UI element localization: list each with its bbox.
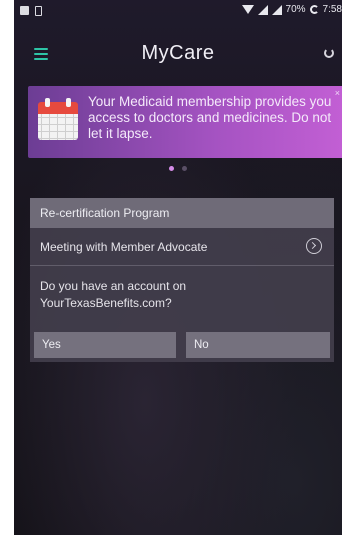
- card-title: Re-certification Program: [30, 198, 334, 228]
- system-icons: 70% 7:58: [241, 4, 342, 15]
- battery-text: 70%: [285, 4, 306, 15]
- app-header: MyCare: [14, 38, 342, 68]
- recertification-card: Re-certification Program Meeting with Me…: [30, 198, 334, 362]
- calendar-icon: [38, 98, 78, 140]
- wifi-icon: [241, 5, 254, 14]
- carousel-dot[interactable]: [182, 166, 187, 171]
- signal-icon: [257, 4, 268, 15]
- info-banner[interactable]: Your Medicaid membership provides you ac…: [28, 86, 342, 158]
- sync-icon: [309, 5, 319, 14]
- banner-message: Your Medicaid membership provides you ac…: [88, 94, 332, 141]
- image-notification-icon: [20, 6, 29, 15]
- chevron-right-icon: [306, 238, 322, 254]
- app-logo: MyCare: [141, 42, 215, 64]
- status-bar: 70% 7:58: [14, 0, 342, 22]
- meeting-with-advocate-row[interactable]: Meeting with Member Advocate: [30, 228, 334, 266]
- carousel-indicator: [14, 166, 342, 171]
- notification-icons: [20, 6, 42, 16]
- meeting-label: Meeting with Member Advocate: [40, 240, 208, 254]
- carousel-dot-active[interactable]: [169, 166, 174, 171]
- clock: 7:58: [322, 4, 342, 15]
- app-screen: 70% 7:58 MyCare Your Medicaid membership…: [14, 0, 342, 535]
- no-button[interactable]: No: [186, 332, 330, 358]
- account-question: Do you have an account on YourTexasBenef…: [40, 279, 187, 310]
- signal-icon-2: [271, 4, 282, 15]
- banner-close-icon[interactable]: ×: [335, 88, 340, 98]
- refresh-icon[interactable]: [324, 48, 334, 58]
- sim-notification-icon: [35, 6, 42, 16]
- yes-button[interactable]: Yes: [34, 332, 176, 358]
